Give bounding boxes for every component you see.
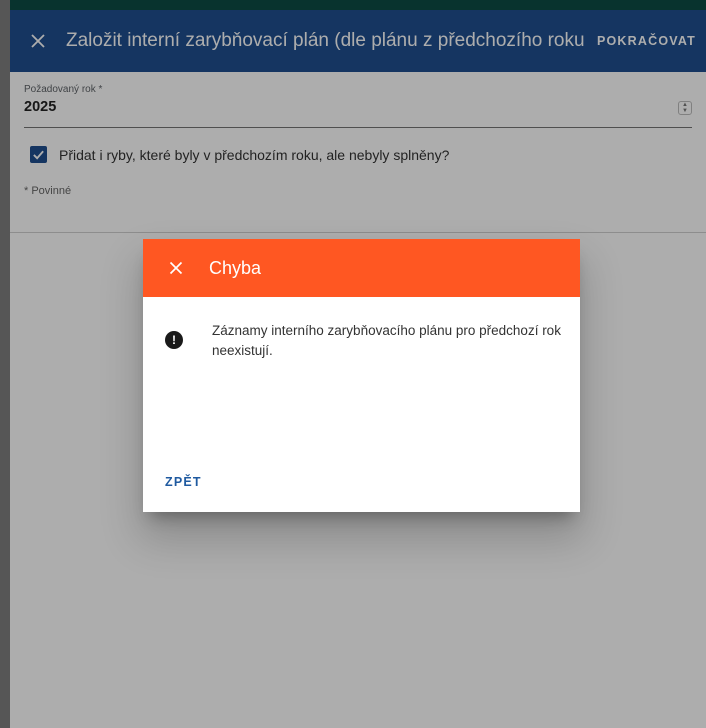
error-close-button[interactable] (143, 239, 209, 297)
error-dialog-title: Chyba (209, 257, 262, 278)
close-icon (169, 261, 183, 275)
error-message: Záznamy interního zarybňovacího plánu pr… (212, 323, 561, 358)
error-dialog-header: Chyba (143, 239, 580, 297)
exclamation-icon: ! (165, 331, 183, 349)
back-button[interactable]: ZPĚT (165, 475, 202, 489)
error-dialog: Chyba ! Záznamy interního zarybňovacího … (143, 239, 580, 512)
error-dialog-content: ! Záznamy interního zarybňovacího plánu … (143, 297, 580, 361)
